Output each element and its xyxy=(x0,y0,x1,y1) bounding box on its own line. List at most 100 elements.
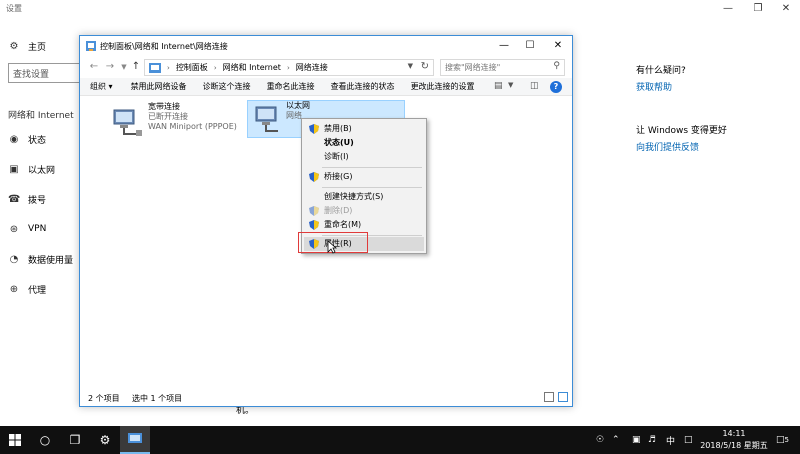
address-bar[interactable]: › 控制面板 › 网络和 Internet › 网络连接 ▼ ↻ xyxy=(144,59,434,76)
menu-item-label: 禁用(B) xyxy=(324,124,352,133)
breadcrumb-network-connections[interactable]: 网络连接 xyxy=(292,62,332,73)
taskbar-network-connections[interactable] xyxy=(120,426,150,454)
address-row: ← → ▼ ↑ › 控制面板 › 网络和 Internet › 网络连接 ▼ ↻… xyxy=(80,56,572,78)
nav-item-label: VPN xyxy=(28,224,47,234)
status-bar: 2 个项目 选中 1 个项目 xyxy=(80,388,572,406)
menu-item-status[interactable]: 状态(U) xyxy=(304,136,424,150)
people-icon[interactable]: ☉ xyxy=(596,426,604,454)
task-view-button[interactable]: ❐ xyxy=(60,426,90,454)
change-settings-button[interactable]: 更改此连接的设置 xyxy=(405,81,481,92)
menu-item-rename[interactable]: 重命名(M) xyxy=(304,218,424,232)
ime-mode-icon[interactable]: □ xyxy=(684,426,693,454)
nav-item-label: 以太网 xyxy=(28,165,56,176)
menu-item-create-shortcut[interactable]: 创建快捷方式(S) xyxy=(304,190,424,204)
menu-item-label: 状态(U) xyxy=(324,138,354,147)
view-status-button[interactable]: 查看此连接的状态 xyxy=(325,81,401,92)
ime-indicator[interactable]: 中 xyxy=(666,426,675,454)
connection-broadband[interactable]: 宽带连接 已断开连接 WAN Miniport (PPPOE) xyxy=(110,102,237,138)
explorer-title: 控制面板\网络和 Internet\网络连接 xyxy=(100,42,228,51)
diagnose-button[interactable]: 诊断这个连接 xyxy=(197,81,257,92)
menu-item-label: 重命名(M) xyxy=(324,220,362,229)
explorer-titlebar: 控制面板\网络和 Internet\网络连接 — ☐ ✕ xyxy=(80,36,572,56)
nav-item-vpn[interactable]: ⊛ VPN xyxy=(8,221,47,237)
breadcrumb-sep-icon: › xyxy=(286,63,290,72)
menu-item-diagnose[interactable]: 诊断(I) xyxy=(304,150,424,164)
vpn-icon: ⊛ xyxy=(9,223,19,235)
nav-item-proxy[interactable]: ⊕ 代理 xyxy=(8,281,46,297)
menu-item-label: 桥接(G) xyxy=(324,172,353,181)
volume-icon[interactable]: ♬ xyxy=(648,426,656,454)
menu-item-delete: 删除(D) xyxy=(304,204,424,218)
breadcrumb-network-internet[interactable]: 网络和 Internet xyxy=(219,62,285,73)
nav-item-status[interactable]: ◉ 状态 xyxy=(8,131,46,147)
clock-time: 14:11 xyxy=(722,429,746,438)
clock[interactable]: 14:11 2018/5/18 星期五 xyxy=(700,428,768,452)
forward-arrow-icon[interactable]: → xyxy=(104,60,116,74)
search-icon[interactable]: ⚲ xyxy=(553,61,560,71)
nav-item-label: 代理 xyxy=(28,285,47,296)
notification-count: 5 xyxy=(784,436,789,444)
gear-icon: ⚙ xyxy=(9,40,19,52)
recent-dropdown-icon[interactable]: ▼ xyxy=(118,60,130,74)
minimize-icon[interactable]: — xyxy=(720,2,736,16)
clock-date: 2018/5/18 星期五 xyxy=(700,441,768,450)
notification-center[interactable]: □ 5 xyxy=(776,426,789,454)
network-tray-icon[interactable]: ▣ xyxy=(632,426,641,454)
nav-item-ethernet[interactable]: ▣ 以太网 xyxy=(8,161,55,177)
menu-item-label: 诊断(I) xyxy=(324,152,349,161)
control-panel-icon xyxy=(128,433,142,443)
disable-device-button[interactable]: 禁用此网络设备 xyxy=(125,81,193,92)
globe-icon: ◉ xyxy=(9,133,19,145)
refresh-icon[interactable]: ↻ xyxy=(421,61,429,72)
taskbar-settings[interactable]: ⚙ xyxy=(90,426,120,454)
view-options-icon[interactable]: ▤ xyxy=(494,81,503,91)
tiles-view-icon[interactable] xyxy=(558,392,568,402)
help-icon[interactable]: ? xyxy=(550,81,562,93)
cortana-button[interactable]: ○ xyxy=(30,426,60,454)
explorer-search-input[interactable]: 搜索"网络连接" ⚲ xyxy=(440,59,565,76)
menu-separator xyxy=(322,167,422,168)
nav-item-label: 数据使用量 xyxy=(28,255,74,266)
organize-menu[interactable]: 组织 ▾ xyxy=(84,81,119,92)
nav-item-dialup[interactable]: ☎ 拨号 xyxy=(8,191,46,207)
start-button[interactable] xyxy=(0,426,30,454)
control-panel-icon xyxy=(149,62,161,73)
cortana-circle-icon: ○ xyxy=(39,433,51,447)
view-dropdown-icon[interactable]: ▼ xyxy=(508,81,513,89)
menu-item-label: 删除(D) xyxy=(324,206,353,215)
nav-home[interactable]: ⚙ 主页 xyxy=(8,38,47,54)
mouse-cursor-icon xyxy=(327,240,337,254)
minimize-icon[interactable]: — xyxy=(492,38,516,54)
restore-icon[interactable]: ❐ xyxy=(750,2,766,16)
uac-shield-icon xyxy=(309,206,319,216)
settings-search-input[interactable]: 查找设置 xyxy=(8,63,80,83)
settings-titlebar: 设置 — ❐ ✕ xyxy=(0,0,800,18)
menu-item-bridge[interactable]: 桥接(G) xyxy=(304,170,424,184)
rename-button[interactable]: 重命名此连接 xyxy=(261,81,321,92)
menu-item-disable[interactable]: 禁用(B) xyxy=(304,122,424,136)
nav-section-title: 网络和 Internet xyxy=(8,111,74,121)
get-help-link[interactable]: 获取帮助 xyxy=(636,80,672,93)
close-icon[interactable]: ✕ xyxy=(778,2,794,16)
breadcrumb-control-panel[interactable]: 控制面板 xyxy=(172,62,212,73)
search-placeholder: 搜索"网络连接" xyxy=(445,63,501,72)
address-dropdown-icon[interactable]: ▼ xyxy=(408,62,413,70)
maximize-icon[interactable]: ☐ xyxy=(518,38,542,54)
up-arrow-icon[interactable]: ↑ xyxy=(130,60,142,74)
nav-item-data-usage[interactable]: ◔ 数据使用量 xyxy=(8,251,73,267)
nav-item-label: 状态 xyxy=(28,135,47,146)
notification-icon: □ xyxy=(776,435,785,445)
help-heading: 有什么疑问? xyxy=(636,66,686,76)
improve-heading: 让 Windows 变得更好 xyxy=(636,126,727,136)
details-view-icon[interactable] xyxy=(544,392,554,402)
uac-shield-icon xyxy=(309,172,319,182)
tray-expand-icon[interactable]: ⌃ xyxy=(612,426,620,454)
breadcrumb-sep-icon: › xyxy=(167,63,170,72)
preview-pane-icon[interactable]: ◫ xyxy=(530,81,539,91)
menu-separator xyxy=(322,187,422,188)
feedback-link[interactable]: 向我们提供反馈 xyxy=(636,140,699,153)
connection-device: WAN Miniport (PPPOE) xyxy=(148,122,237,131)
back-arrow-icon[interactable]: ← xyxy=(88,60,100,74)
close-icon[interactable]: ✕ xyxy=(546,38,570,54)
dialup-connection-icon xyxy=(113,109,142,136)
